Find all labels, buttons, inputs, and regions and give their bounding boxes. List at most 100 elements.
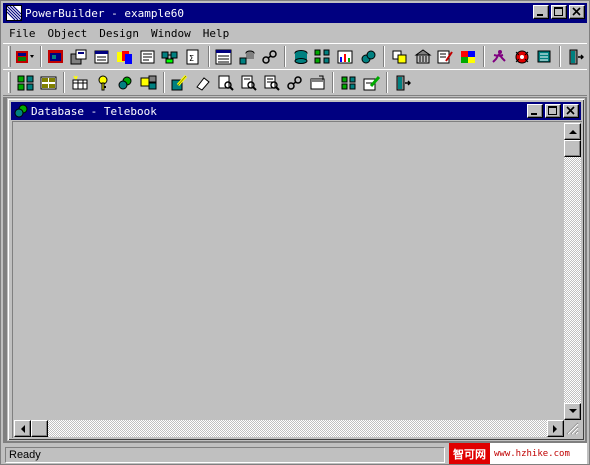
view-icon — [140, 75, 156, 89]
close-icon — [572, 7, 581, 16]
pipeline-button[interactable] — [213, 46, 236, 68]
status-text: Ready — [5, 447, 445, 463]
run-window-button[interactable] — [388, 46, 411, 68]
app-title: PowerBuilder - example60 — [25, 6, 184, 20]
building-button[interactable] — [411, 46, 434, 68]
table-button[interactable] — [14, 72, 37, 94]
database-button[interactable] — [235, 46, 258, 68]
toolbar-separator — [559, 46, 562, 67]
database-profile-button[interactable] — [258, 46, 281, 68]
log-begin-button[interactable] — [260, 72, 283, 94]
horizontal-scrollbar[interactable] — [14, 420, 564, 437]
edit-script-button[interactable] — [434, 46, 457, 68]
watermark-logo: 智可网 — [449, 443, 490, 464]
scroll-right-button[interactable] — [547, 420, 564, 437]
minimize-button[interactable] — [533, 5, 549, 19]
svg-text:Σ: Σ — [189, 54, 194, 63]
query-button[interactable]: Σ — [182, 46, 205, 68]
menu-design[interactable]: Design — [93, 27, 145, 40]
scroll-left-button[interactable] — [14, 420, 31, 437]
debug-button[interactable] — [511, 46, 534, 68]
key-button[interactable] — [91, 72, 114, 94]
library-button[interactable] — [289, 46, 312, 68]
menu-window[interactable]: Window — [145, 27, 197, 40]
log-export-icon — [286, 75, 302, 90]
horizontal-scroll-thumb[interactable] — [31, 420, 48, 437]
close-button[interactable] — [569, 5, 585, 19]
maximize-icon — [554, 7, 563, 16]
child-titlebar[interactable]: Database - Telebook — [11, 102, 581, 120]
toolbar-separator — [383, 46, 386, 67]
structure-icon — [116, 50, 132, 64]
database-painter-icon[interactable] — [13, 103, 29, 119]
watermark-url: www.hzhike.com — [494, 448, 570, 459]
log-export-button[interactable] — [283, 72, 306, 94]
datawindow-button[interactable] — [90, 46, 113, 68]
preview-button[interactable] — [214, 72, 237, 94]
close-icon — [566, 106, 575, 115]
log-button[interactable] — [237, 72, 260, 94]
size-grip-icon — [566, 422, 579, 435]
window-button[interactable] — [45, 46, 68, 68]
size-grip[interactable] — [564, 420, 581, 437]
scroll-down-button[interactable] — [564, 403, 581, 420]
database-icon — [239, 50, 255, 64]
close-painter-button[interactable] — [391, 72, 414, 94]
query-icon: Σ — [186, 49, 199, 64]
erase-button[interactable] — [191, 72, 214, 94]
color-button[interactable] — [457, 46, 480, 68]
vertical-scrollbar[interactable] — [564, 123, 581, 420]
application-icon — [16, 50, 35, 63]
browser-icon — [537, 50, 551, 62]
menu-file[interactable]: File — [3, 27, 42, 40]
close-painter-icon — [396, 75, 411, 90]
painter-workspace[interactable] — [12, 121, 582, 438]
function-button[interactable] — [159, 46, 182, 68]
edit-pencil-button[interactable] — [360, 72, 383, 94]
browser-button[interactable] — [533, 46, 556, 68]
toolbar-separator — [63, 72, 65, 93]
run-icon — [492, 49, 506, 63]
color-icon — [461, 50, 476, 63]
exit-button[interactable] — [564, 46, 587, 68]
edit-data-icon — [171, 74, 187, 90]
toolbar-grip[interactable] — [8, 46, 11, 67]
view-button[interactable] — [137, 72, 160, 94]
menu-painter-button[interactable] — [68, 46, 91, 68]
vertical-scroll-thumb[interactable] — [564, 140, 581, 157]
toolbar-separator — [386, 72, 388, 93]
index-button[interactable] — [114, 72, 137, 94]
key-icon — [98, 75, 107, 90]
run-button[interactable] — [488, 46, 511, 68]
application-button[interactable] — [14, 46, 37, 68]
toolbar-grip[interactable] — [8, 72, 11, 93]
object-button[interactable] — [358, 46, 381, 68]
report-button[interactable] — [335, 46, 358, 68]
layout-button[interactable] — [37, 72, 60, 94]
powerbuilder-logo-icon[interactable] — [6, 5, 22, 21]
pipeline-icon — [215, 49, 232, 64]
properties-button[interactable] — [306, 72, 329, 94]
create-table-button[interactable] — [68, 72, 91, 94]
edit-data-button[interactable] — [168, 72, 191, 94]
arrow-down-icon — [568, 409, 577, 413]
edit-script-icon — [437, 50, 454, 63]
menu-icon — [70, 49, 87, 64]
columns-button[interactable] — [337, 72, 360, 94]
user-object-button[interactable] — [136, 46, 159, 68]
app-titlebar[interactable]: PowerBuilder - example60 — [3, 3, 587, 23]
toolbar-separator — [163, 72, 165, 93]
menu-bar: File Object Design Window Help — [3, 24, 587, 42]
menu-help[interactable]: Help — [197, 27, 236, 40]
structure-button[interactable] — [113, 46, 136, 68]
menu-object[interactable]: Object — [42, 27, 94, 40]
exit-icon — [569, 49, 584, 64]
table-list-button[interactable] — [312, 46, 335, 68]
child-minimize-button[interactable] — [527, 104, 543, 118]
scroll-up-button[interactable] — [564, 123, 581, 140]
object-icon — [361, 50, 376, 63]
child-close-button[interactable] — [563, 104, 579, 118]
maximize-button[interactable] — [551, 5, 567, 19]
child-maximize-button[interactable] — [545, 104, 561, 118]
properties-icon — [310, 75, 324, 89]
